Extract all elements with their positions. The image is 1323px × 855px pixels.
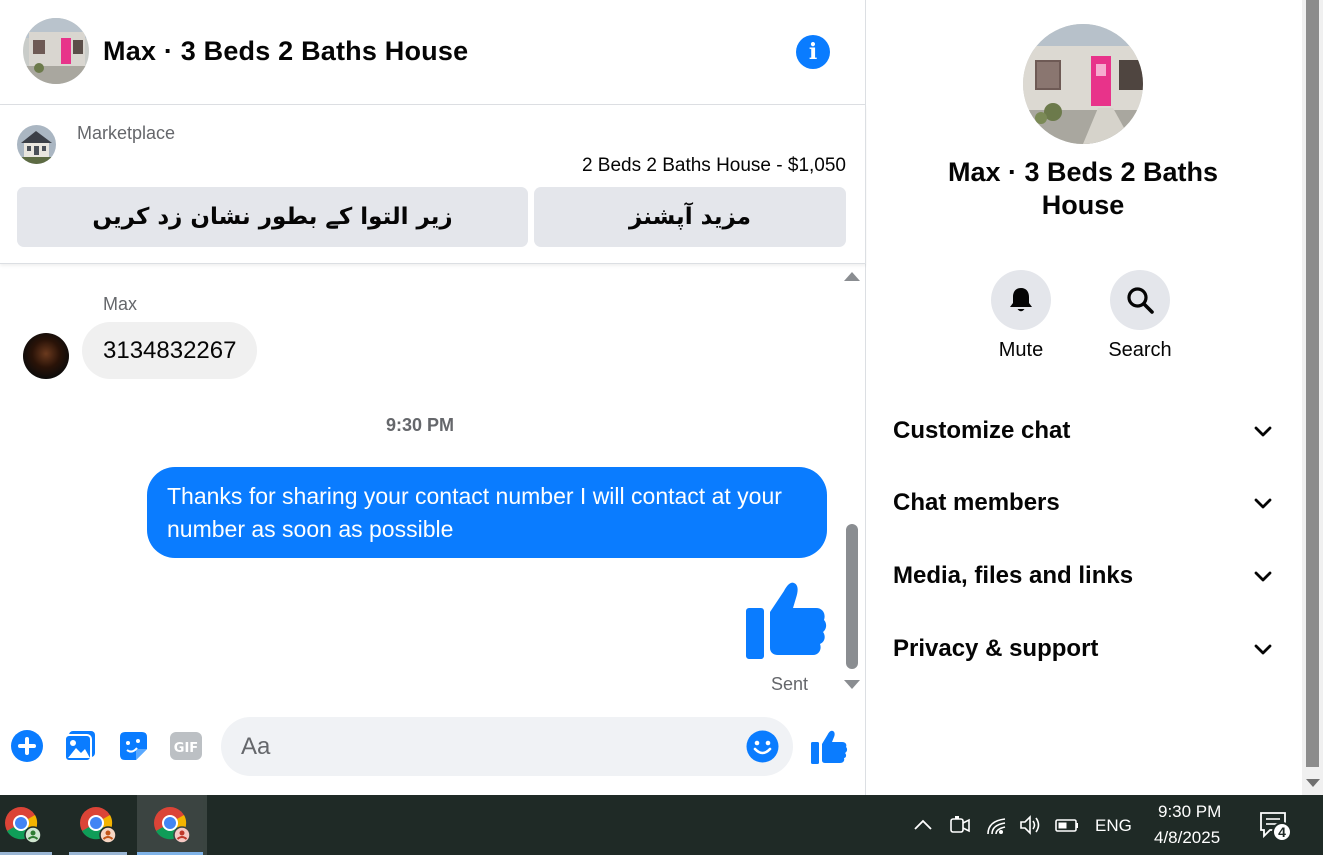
chrome-icon bbox=[5, 807, 42, 844]
message-input[interactable] bbox=[221, 717, 741, 776]
search-in-conversation-button[interactable]: Search bbox=[1090, 270, 1190, 362]
mute-button[interactable]: Mute bbox=[971, 270, 1071, 362]
scroll-up-arrow-icon[interactable] bbox=[844, 272, 860, 281]
conversation-title: Max · 3 Beds 2 Baths House bbox=[103, 36, 469, 66]
taskbar-chrome-3[interactable] bbox=[137, 795, 207, 855]
more-options-button[interactable]: مزید آپشنز bbox=[534, 187, 846, 247]
input-language[interactable]: ENG bbox=[1095, 816, 1132, 836]
chrome-icon bbox=[154, 807, 191, 844]
chat-column: Max · 3 Beds 2 Baths House i Marketplace… bbox=[0, 0, 866, 795]
sender-name: Max bbox=[103, 294, 138, 314]
section-chat-members[interactable]: Chat members bbox=[893, 483, 1273, 523]
chevron-down-icon bbox=[1254, 644, 1272, 655]
svg-text:GIF: GIF bbox=[174, 741, 198, 756]
volume-icon[interactable] bbox=[1018, 813, 1042, 837]
emoji-icon[interactable] bbox=[746, 730, 779, 763]
notification-count-badge: 4 bbox=[1272, 822, 1292, 842]
scroll-thumb[interactable] bbox=[846, 524, 858, 669]
sticker-icon[interactable] bbox=[116, 729, 150, 763]
plus-icon[interactable] bbox=[10, 729, 44, 763]
chat-header: Max · 3 Beds 2 Baths House i bbox=[0, 0, 866, 105]
panel-title: Max · 3 Beds 2 Baths House bbox=[947, 157, 1219, 220]
marketplace-label: Marketplace bbox=[77, 123, 176, 143]
listing-title-price[interactable]: 2 Beds 2 Baths House - $1,050 bbox=[582, 155, 846, 177]
info-icon[interactable]: i bbox=[796, 35, 830, 69]
conversation-info-panel: Max · 3 Beds 2 Baths House Mute Search C… bbox=[867, 0, 1302, 795]
message-list: Max 3134832267 9:30 PM Thanks for sharin… bbox=[0, 264, 866, 704]
window-scrollbar[interactable] bbox=[1302, 0, 1323, 795]
section-label: Chat members bbox=[893, 489, 1060, 516]
message-status: Sent bbox=[771, 674, 809, 694]
chrome-icon bbox=[80, 807, 117, 844]
scroll-down-arrow-icon[interactable] bbox=[1306, 779, 1320, 787]
thumbs-up-icon[interactable] bbox=[744, 579, 828, 663]
section-label: Media, files and links bbox=[893, 562, 1134, 589]
section-privacy-support[interactable]: Privacy & support bbox=[893, 629, 1273, 669]
chevron-down-icon bbox=[1254, 571, 1272, 582]
gif-icon[interactable]: GIF bbox=[169, 729, 203, 763]
chevron-down-icon bbox=[1254, 498, 1272, 509]
outgoing-message[interactable]: Thanks for sharing your contact number I… bbox=[147, 467, 827, 558]
notifications-button[interactable]: 4 bbox=[1258, 810, 1298, 850]
messenger-window: Max · 3 Beds 2 Baths House i Marketplace… bbox=[0, 0, 1323, 855]
chevron-up-icon[interactable] bbox=[911, 813, 935, 837]
house-avatar[interactable] bbox=[23, 18, 89, 84]
panel-house-avatar[interactable] bbox=[1023, 24, 1143, 144]
sender-avatar[interactable] bbox=[23, 333, 69, 379]
message-scrollbar[interactable] bbox=[843, 264, 861, 704]
photo-icon[interactable] bbox=[63, 729, 97, 763]
section-customize-chat[interactable]: Customize chat bbox=[893, 411, 1273, 451]
incoming-message[interactable]: 3134832267 bbox=[82, 322, 258, 379]
bell-icon[interactable] bbox=[991, 270, 1051, 330]
section-media-files-links[interactable]: Media, files and links bbox=[893, 556, 1273, 596]
search-label: Search bbox=[1108, 339, 1172, 361]
clock-date[interactable]: 4/8/2025 bbox=[1154, 828, 1220, 848]
message-composer: GIF bbox=[0, 704, 866, 795]
message-timestamp: 9:30 PM bbox=[385, 415, 455, 435]
chevron-down-icon bbox=[1254, 426, 1272, 437]
section-label: Customize chat bbox=[893, 417, 1071, 444]
clock-time[interactable]: 9:30 PM bbox=[1158, 802, 1221, 822]
search-icon[interactable] bbox=[1110, 270, 1170, 330]
battery-icon[interactable] bbox=[1055, 813, 1079, 837]
section-label: Privacy & support bbox=[893, 635, 1099, 662]
wifi-icon[interactable] bbox=[985, 813, 1009, 837]
message-input-wrapper bbox=[221, 717, 793, 776]
mark-as-pending-button[interactable]: زیر التوا کے بطور نشان زد کریں bbox=[17, 187, 528, 247]
scroll-down-arrow-icon[interactable] bbox=[844, 680, 860, 689]
marketplace-banner: Marketplace 2 Beds 2 Baths House - $1,05… bbox=[0, 105, 866, 264]
window-scroll-thumb[interactable] bbox=[1306, 0, 1319, 767]
taskbar-separator bbox=[203, 795, 207, 855]
listing-thumbnail[interactable] bbox=[17, 125, 56, 164]
windows-taskbar: ENG 9:30 PM 4/8/2025 4 bbox=[0, 795, 1323, 855]
taskbar-chrome-2[interactable] bbox=[63, 795, 133, 855]
thumbs-up-send-icon[interactable] bbox=[810, 728, 848, 766]
mute-label: Mute bbox=[998, 339, 1044, 361]
taskbar-chrome-1[interactable] bbox=[0, 795, 58, 855]
meet-now-icon[interactable] bbox=[948, 813, 972, 837]
